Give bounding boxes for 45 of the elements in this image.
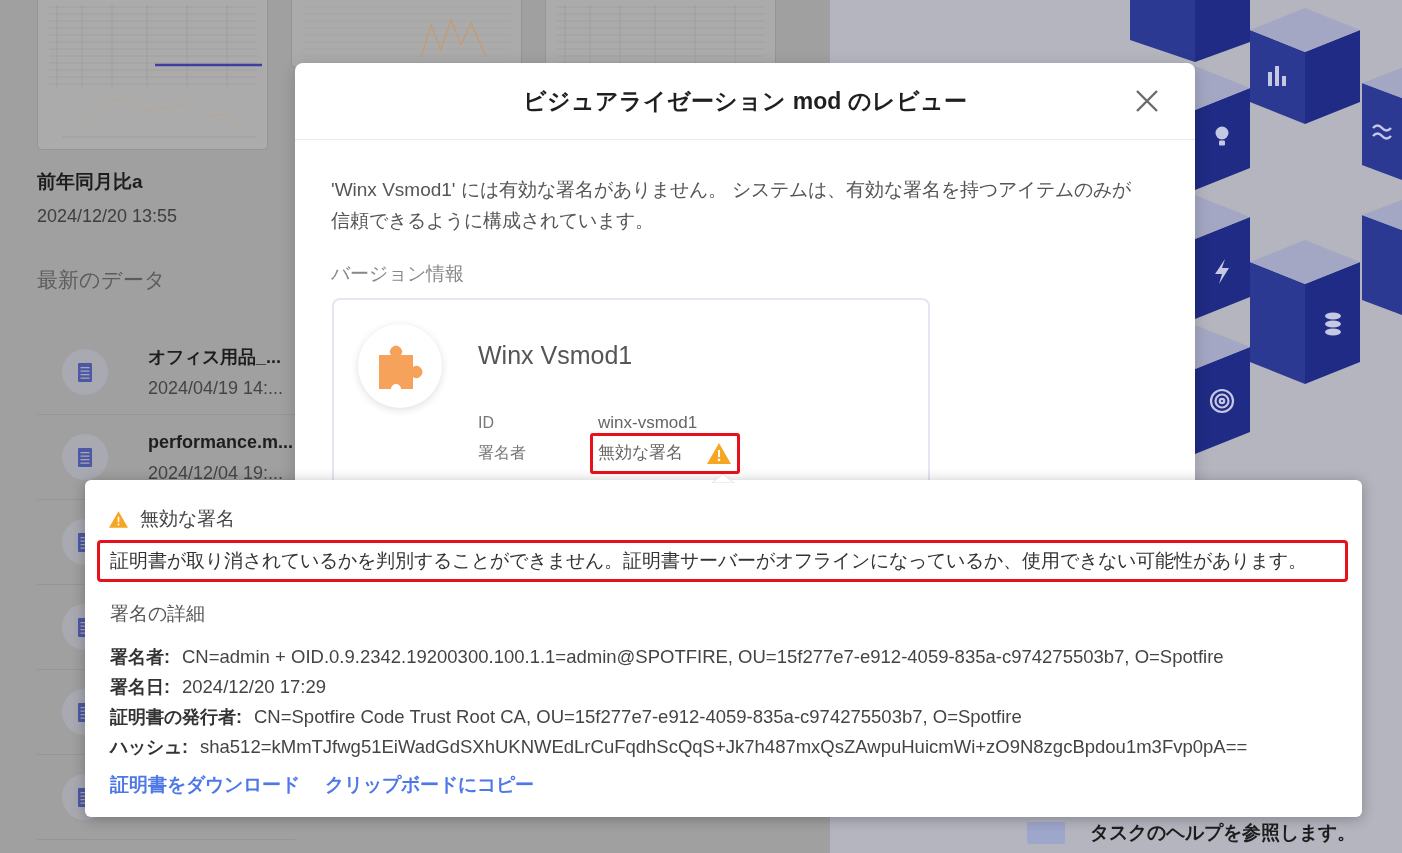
- detail-label: 署名日:: [110, 676, 170, 699]
- field-label: ID: [478, 413, 495, 433]
- item-title: performance.m...: [148, 430, 294, 453]
- warning-icon[interactable]: [707, 442, 731, 464]
- popover-title: 無効な署名: [140, 507, 235, 531]
- target-icon: [1209, 388, 1235, 414]
- section-label: バージョン情報: [331, 262, 464, 286]
- database-icon: [1325, 312, 1341, 336]
- field-value: winx-vsmod1: [598, 412, 698, 434]
- field-label: 署名者: [478, 443, 527, 463]
- error-message: 証明書が取り消されているかを判別することができません。証明書サーバーがオフラインになっているか、使用できない可能性があります。: [110, 549, 1308, 573]
- detail-value: CN=Spotfire Code Trust Root CA, OU=15f277e7-e912-4059-835a-c974275503b7, O=Spotfire: [254, 705, 1022, 729]
- tile-icon: [1027, 822, 1065, 844]
- action-link[interactable]: クリップボードにコピー: [325, 773, 534, 797]
- report-date: 2024/12/20 13:55: [37, 205, 178, 227]
- detail-value: CN=admin + OID.0.9.2342.19200300.100.1.1=admin@SPOTFIRE, OU=15f277e7-e912-4059-835a-c974275503b7, O=Spotfire: [182, 645, 1224, 669]
- detail-value: sha512=kMmTJfwg51EiWadGdSXhUKNWEdLrCuFqdhScQqS+Jk7h487mxQsZAwpuHuicmWi+zO9N8zgcBpdou1m3Fvp0pA==: [200, 735, 1248, 759]
- detail-label: 証明書の発行者:: [110, 706, 242, 729]
- lightning-icon: [1215, 259, 1229, 284]
- lightbulb-icon: [1215, 126, 1229, 146]
- warning-icon: [109, 510, 128, 528]
- close-icon: [1136, 90, 1158, 112]
- document-icon: [62, 349, 108, 395]
- mod-name: Winx Vsmod1: [478, 340, 633, 371]
- field-value: 無効な署名: [598, 442, 683, 464]
- detail-label: ハッシュ:: [110, 736, 188, 759]
- item-date: 2024/04/19 14:...: [148, 376, 284, 399]
- action-link[interactable]: 証明書をダウンロード: [110, 773, 300, 797]
- dialog-message: 'Winx Vsmod1' には有効な署名がありません。 システムは、有効な署名を持つアイテムのみが信頼できるように構成されています。: [331, 178, 1132, 233]
- report-title: 前年同月比a: [37, 170, 143, 194]
- puzzle-icon: [358, 324, 442, 408]
- bar-chart-icon: [1268, 66, 1286, 86]
- close-button[interactable]: [1136, 90, 1158, 112]
- detail-value: 2024/12/20 17:29: [182, 675, 327, 699]
- item-title: オフィス用品_...: [148, 345, 281, 368]
- help-task-link[interactable]: タスクのヘルプを参照します。: [1090, 821, 1356, 845]
- report-thumbnail[interactable]: [37, 0, 268, 150]
- section-heading: 最新のデータ: [37, 267, 166, 293]
- item-date: 2024/12/04 19:...: [148, 461, 284, 484]
- detail-label: 署名者:: [110, 646, 170, 669]
- document-icon: [62, 434, 108, 480]
- dialog-title: ビジュアライゼーション mod のレビュー: [523, 87, 967, 116]
- report-thumbnail[interactable]: [291, 0, 522, 68]
- wave-icon: [1372, 124, 1392, 140]
- details-heading: 署名の詳細: [110, 602, 205, 626]
